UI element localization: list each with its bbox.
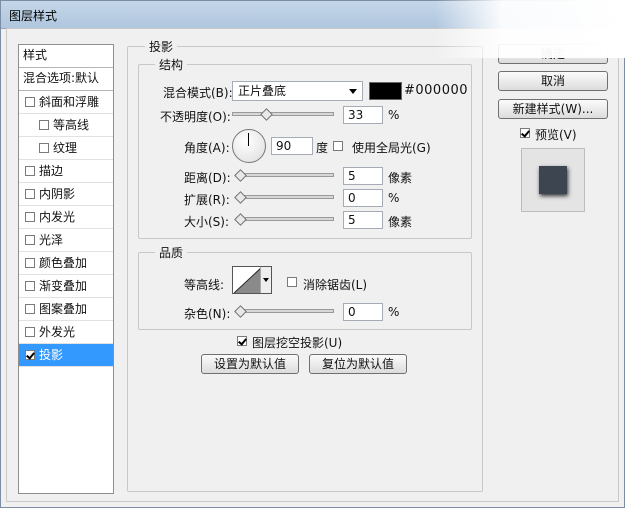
contour-dropdown-button[interactable]: [260, 267, 271, 293]
style-item[interactable]: 颜色叠加: [19, 252, 113, 275]
contour-picker[interactable]: [232, 266, 272, 294]
spread-slider-track[interactable]: [236, 195, 334, 199]
preview-label: 预览(V): [535, 128, 577, 142]
style-item[interactable]: 纹理: [19, 137, 113, 160]
opacity-slider-track[interactable]: [232, 112, 334, 116]
angle-input[interactable]: 90: [271, 137, 313, 155]
style-item-label: 颜色叠加: [39, 256, 88, 270]
style-item[interactable]: 渐变叠加: [19, 275, 113, 298]
style-item[interactable]: 等高线: [19, 114, 113, 137]
style-item-checkbox[interactable]: [25, 165, 35, 176]
noise-input[interactable]: 0: [343, 303, 383, 321]
style-item[interactable]: 内发光: [19, 206, 113, 229]
distance-label: 距离(D):: [184, 171, 231, 185]
size-unit: 像素: [388, 215, 413, 229]
style-item-checkbox[interactable]: [25, 234, 35, 245]
noise-slider-track[interactable]: [236, 309, 334, 313]
style-item[interactable]: 斜面和浮雕: [19, 91, 113, 114]
anti-alias-checkbox[interactable]: [287, 277, 297, 287]
style-item-label: 等高线: [53, 118, 90, 132]
blend-mode-label: 混合模式(B):: [163, 86, 233, 100]
angle-dial[interactable]: [232, 129, 266, 163]
style-item-checkbox[interactable]: [25, 257, 35, 268]
global-light-label: 使用全局光(G): [352, 141, 431, 155]
quality-title: 品质: [155, 244, 188, 261]
style-item-checkbox[interactable]: [25, 211, 35, 222]
cancel-button[interactable]: 取消: [498, 71, 608, 91]
blend-mode-select[interactable]: 正片叠底: [232, 81, 363, 101]
reset-default-button[interactable]: 复位为默认值: [309, 354, 407, 374]
opacity-unit: %: [388, 108, 400, 122]
knockout-label: 图层挖空投影(U): [252, 336, 343, 350]
contour-curve-icon: [234, 267, 262, 293]
shadow-color-swatch[interactable]: [369, 82, 402, 100]
style-item[interactable]: 内阴影: [19, 183, 113, 206]
global-light-checkbox[interactable]: [333, 141, 343, 151]
style-item-label: 光泽: [39, 233, 64, 247]
style-item-label: 纹理: [53, 141, 78, 155]
styles-list: 样式 混合选项:默认 斜面和浮雕等高线纹理描边内阴影内发光光泽颜色叠加渐变叠加图…: [18, 44, 114, 494]
angle-dial-hand: [248, 133, 249, 146]
blend-mode-value: 正片叠底: [238, 84, 287, 98]
opacity-label: 不透明度(O):: [160, 110, 231, 124]
preview-shape: [539, 166, 567, 194]
style-item[interactable]: 描边: [19, 160, 113, 183]
noise-label: 杂色(N):: [184, 307, 231, 321]
angle-unit: 度: [316, 141, 329, 155]
dialog-title: 图层样式: [9, 9, 58, 23]
style-item-checkbox[interactable]: [39, 142, 49, 153]
contour-label: 等高线:: [184, 278, 225, 292]
style-item-label: 渐变叠加: [39, 279, 88, 293]
style-item[interactable]: 投影: [19, 344, 113, 367]
blending-options-item[interactable]: 混合选项:默认: [19, 68, 113, 91]
distance-slider-track[interactable]: [236, 173, 334, 177]
style-item-label: 内阴影: [39, 187, 76, 201]
distance-input[interactable]: 5: [343, 167, 383, 185]
style-preview-thumbnail: [521, 148, 585, 212]
make-default-button[interactable]: 设置为默认值: [201, 354, 299, 374]
chevron-down-icon: [349, 89, 357, 94]
styles-header[interactable]: 样式: [19, 45, 113, 68]
structure-title: 结构: [155, 56, 188, 73]
style-item[interactable]: 图案叠加: [19, 298, 113, 321]
style-item-checkbox[interactable]: [25, 96, 35, 107]
spread-input[interactable]: 0: [343, 189, 383, 207]
anti-alias-label: 消除锯齿(L): [303, 278, 368, 292]
opacity-input[interactable]: 33: [343, 106, 383, 124]
title-bar: 图层样式: [1, 1, 624, 29]
new-style-button[interactable]: 新建样式(W)...: [498, 99, 608, 119]
size-slider-track[interactable]: [236, 217, 334, 221]
size-input[interactable]: 5: [343, 211, 383, 229]
style-item-label: 投影: [39, 348, 64, 362]
chevron-down-icon: [263, 278, 269, 282]
style-item-checkbox[interactable]: [25, 188, 35, 199]
angle-label: 角度(A):: [184, 141, 230, 155]
style-item-checkbox[interactable]: [39, 119, 49, 130]
shadow-color-hex: #000000: [404, 83, 469, 98]
style-item[interactable]: 外发光: [19, 321, 113, 344]
ok-button[interactable]: 确定: [498, 44, 608, 64]
knockout-checkbox[interactable]: [237, 336, 247, 346]
style-item-label: 描边: [39, 164, 64, 178]
style-item-label: 斜面和浮雕: [39, 95, 100, 109]
spread-unit: %: [388, 191, 400, 205]
style-item[interactable]: 光泽: [19, 229, 113, 252]
style-item-label: 图案叠加: [39, 302, 88, 316]
style-item-checkbox[interactable]: [25, 349, 35, 360]
style-item-label: 内发光: [39, 210, 76, 224]
size-label: 大小(S):: [184, 215, 230, 229]
spread-label: 扩展(R):: [184, 193, 230, 207]
distance-unit: 像素: [388, 171, 413, 185]
style-item-checkbox[interactable]: [25, 280, 35, 291]
style-item-checkbox[interactable]: [25, 303, 35, 314]
noise-unit: %: [388, 305, 400, 319]
drop-shadow-title: 投影: [145, 38, 178, 55]
preview-checkbox[interactable]: [520, 128, 530, 138]
style-item-checkbox[interactable]: [25, 326, 35, 337]
style-item-label: 外发光: [39, 325, 76, 339]
